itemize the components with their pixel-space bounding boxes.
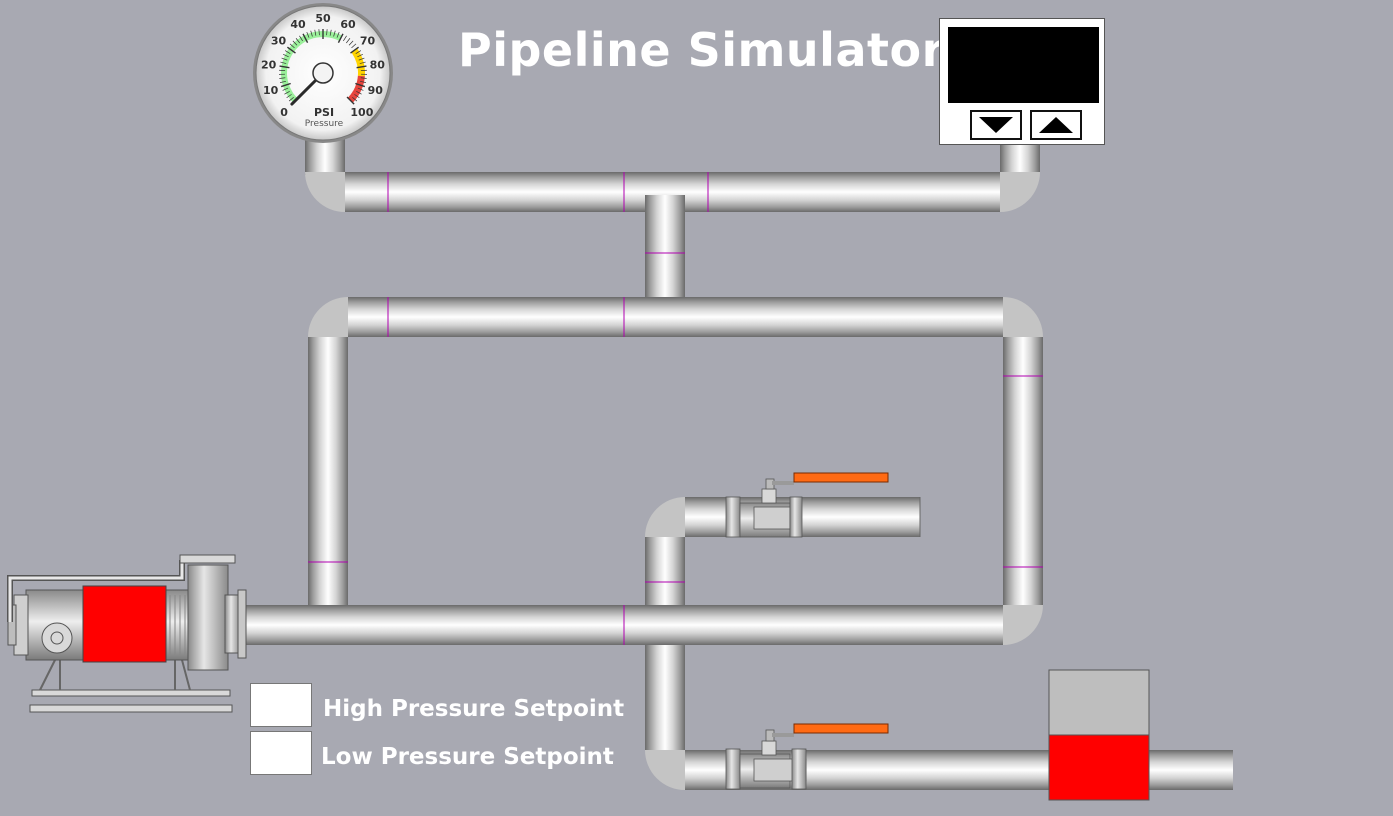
gauge-hub	[312, 62, 334, 84]
tank-level-fill	[1048, 734, 1150, 801]
page-title: Pipeline Simulator	[458, 23, 945, 77]
low-pressure-setpoint-label: Low Pressure Setpoint	[321, 744, 614, 770]
gauge-tick-label: 30	[271, 35, 287, 48]
pipeline-diagram: 010 20 3040 50 60 70 80 90 100 PSI Pressure	[7, 3, 1233, 801]
pump[interactable]	[7, 554, 247, 713]
increase-button[interactable]	[1030, 110, 1082, 140]
gauge-tick-label: 80	[370, 58, 386, 71]
gauge-tick-label: 20	[261, 58, 277, 71]
pressure-gauge: 010 20 3040 50 60 70 80 90 100 PSI Pressure	[253, 3, 393, 143]
pressure-display-panel	[939, 18, 1105, 145]
high-pressure-setpoint-input[interactable]	[250, 683, 312, 727]
pipe-branch-up	[645, 537, 685, 605]
low-pressure-setpoint-input[interactable]	[250, 731, 312, 775]
gauge-tick-label: 0	[280, 106, 288, 119]
pressure-readout	[948, 27, 1099, 103]
gauge-tick-label: 10	[263, 84, 279, 97]
gauge-tick-label: 60	[340, 18, 356, 31]
pipe-main-run	[242, 605, 1003, 645]
pipe-branch-down	[645, 645, 685, 750]
pipe-branch-upper	[685, 497, 920, 537]
valve-handle[interactable]	[793, 472, 889, 483]
valve-handle[interactable]	[793, 723, 889, 734]
gauge-tick-label: 90	[368, 84, 384, 97]
gauge-tick-label: 50	[315, 12, 331, 25]
pipe-loop-top	[348, 297, 1003, 337]
gauge-tick-label: 70	[360, 35, 376, 48]
pipe-loop-left	[308, 337, 348, 607]
gauge-unit: PSI	[314, 106, 334, 119]
triangle-up-icon	[1039, 117, 1073, 133]
high-pressure-setpoint-label: High Pressure Setpoint	[323, 696, 625, 722]
pump-motor-status	[82, 585, 167, 663]
gauge-caption: Pressure	[305, 119, 344, 129]
storage-tank	[1048, 669, 1150, 801]
pipe-riser	[645, 195, 685, 305]
triangle-down-icon	[979, 117, 1013, 133]
gauge-tick-label: 100	[350, 106, 373, 119]
decrease-button[interactable]	[970, 110, 1022, 140]
gauge-tick-label: 40	[290, 18, 306, 31]
